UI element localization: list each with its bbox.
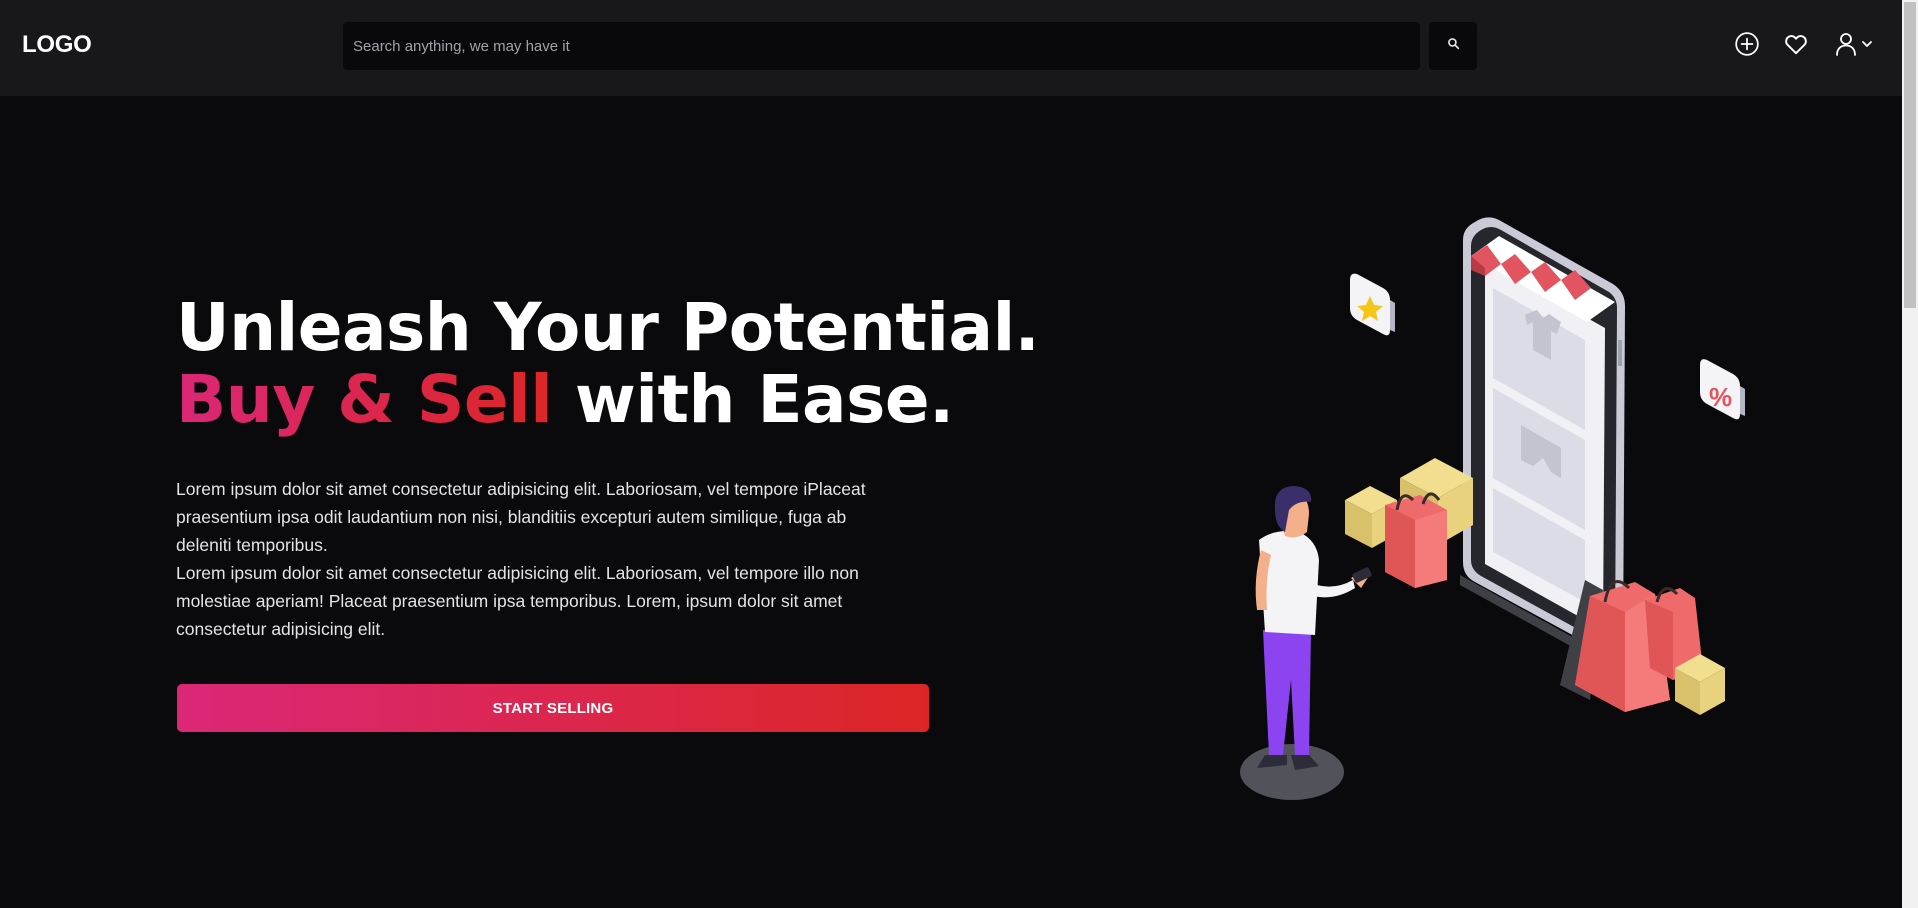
page-scrollbar[interactable] — [1902, 0, 1918, 908]
hero-title-line1: Unleash Your Potential. — [176, 289, 1040, 366]
hero-title-accent: Buy & Sell — [176, 361, 553, 438]
add-listing-button[interactable] — [1732, 31, 1762, 61]
hero-description: Lorem ipsum dolor sit amet consectetur a… — [176, 475, 896, 643]
shopping-bags-right-graphic — [1560, 580, 1725, 715]
plus-circle-icon — [1734, 31, 1760, 62]
hero-illustration: % — [1225, 210, 1765, 810]
hero-title: Unleash Your Potential. Buy & Sell with E… — [176, 289, 1040, 438]
hero-title-rest: with Ease. — [552, 361, 954, 438]
heart-icon — [1783, 31, 1809, 62]
search-bar — [343, 22, 1420, 70]
account-menu-button[interactable] — [1831, 31, 1875, 61]
search-button[interactable] — [1429, 22, 1477, 70]
top-navbar: LOGO — [0, 0, 1902, 96]
percent-badge-graphic: % — [1700, 359, 1745, 420]
start-selling-button[interactable]: START SELLING — [177, 684, 929, 732]
chevron-down-icon — [1861, 37, 1873, 55]
star-badge-graphic — [1350, 273, 1395, 336]
hero-paragraph-2: Lorem ipsum dolor sit amet consectetur a… — [176, 563, 859, 639]
search-input[interactable] — [351, 36, 1420, 56]
percent-sign: % — [1709, 382, 1732, 412]
logo[interactable]: LOGO — [22, 31, 92, 59]
hero-paragraph-1: Lorem ipsum dolor sit amet consectetur a… — [176, 479, 866, 555]
search-icon — [1447, 37, 1460, 55]
scrollbar-thumb[interactable] — [1904, 2, 1916, 308]
shopping-bag-graphic — [1385, 492, 1447, 588]
user-icon — [1834, 31, 1858, 62]
favorites-button[interactable] — [1781, 31, 1811, 61]
